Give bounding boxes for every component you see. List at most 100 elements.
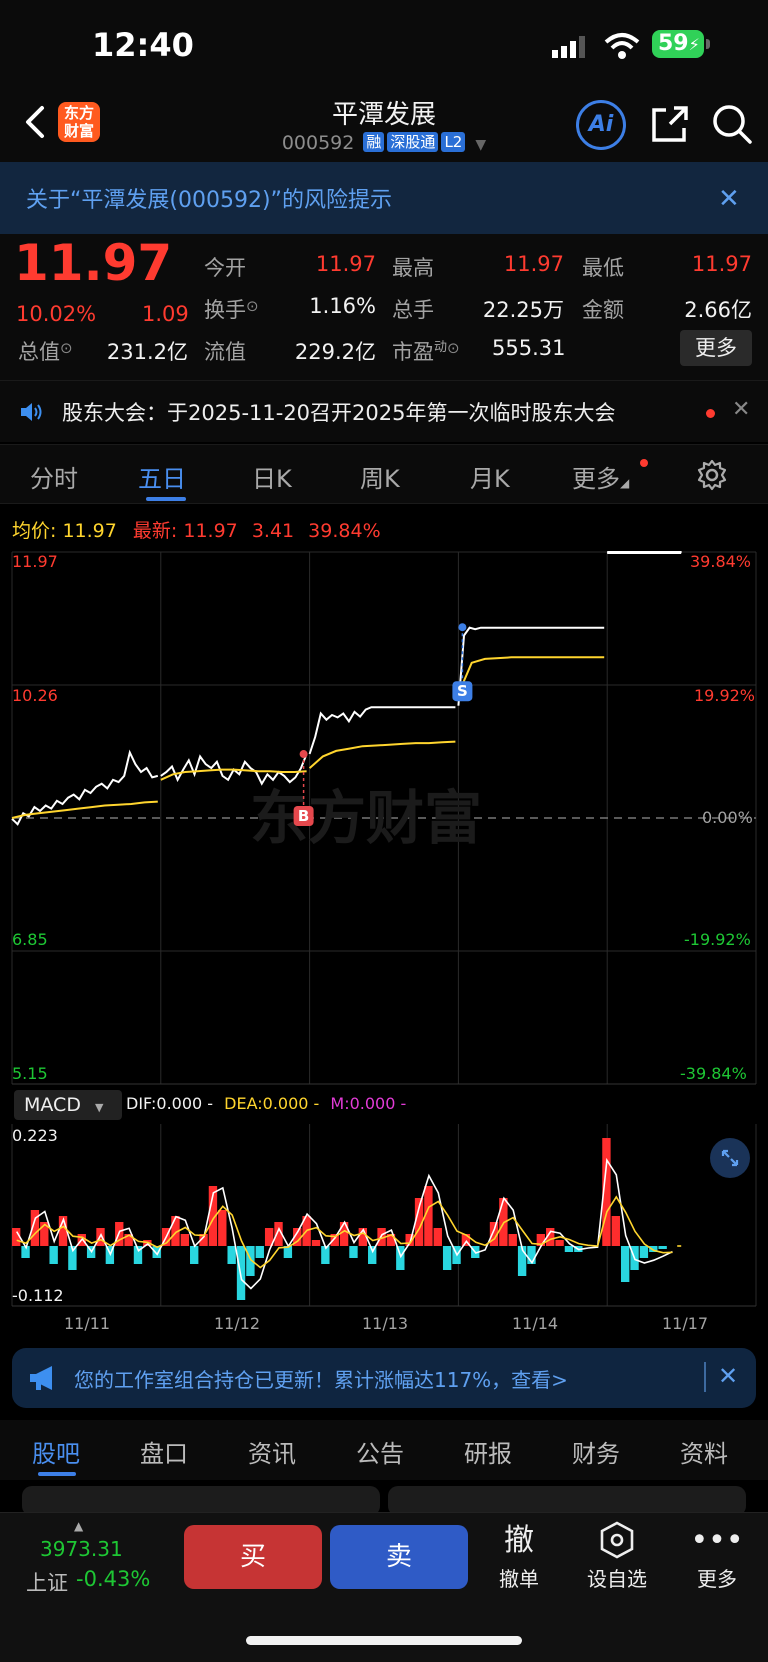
risk-warning-banner[interactable]: 关于“平潭发展(000592)”的风险提示 ✕ — [0, 162, 768, 234]
turnover-label[interactable]: 换手⊙ — [204, 294, 259, 324]
tab-intraday[interactable]: 分时 — [30, 459, 78, 494]
watchlist-icon — [572, 1521, 662, 1561]
unread-dot — [706, 409, 715, 418]
caret-up-icon[interactable]: ▲ — [74, 1519, 83, 1533]
index-name[interactable]: 上证 — [26, 1567, 68, 1597]
tab-orderbook[interactable]: 盘口 — [140, 1434, 188, 1469]
open-label: 今开 — [204, 256, 246, 280]
notice-text[interactable]: 股东大会：于2025-11-20召开2025年第一次临时股东大会 — [62, 397, 615, 427]
risk-warning-text[interactable]: 关于“平潭发展(000592)”的风险提示 — [26, 182, 392, 214]
battery-icon: 59⚡ — [652, 30, 704, 58]
settings-gear-icon[interactable] — [696, 459, 728, 491]
tab-more-label: 更多 — [572, 465, 620, 493]
tab-forum[interactable]: 股吧 — [32, 1434, 80, 1469]
amount-value: 2.66亿 — [684, 298, 752, 322]
tab-announcements[interactable]: 公告 — [356, 1434, 404, 1469]
tab-monthly-k[interactable]: 月K — [470, 459, 510, 494]
macd-bar — [442, 1246, 452, 1270]
tab-five-day[interactable]: 五日 — [138, 459, 186, 494]
close-icon[interactable]: ✕ — [718, 184, 740, 214]
tab-research[interactable]: 研报 — [464, 1434, 512, 1469]
close-icon[interactable]: ✕ — [718, 1362, 738, 1390]
low-value: 11.97 — [691, 252, 752, 276]
y-left-tick: 6.85 — [12, 930, 48, 949]
y-right-tick: -19.92% — [684, 930, 751, 949]
macd-bar — [433, 1228, 442, 1246]
share-icon[interactable] — [648, 102, 692, 146]
macd-bar — [620, 1246, 630, 1282]
cancel-order-label: 撤单 — [499, 1567, 539, 1591]
dea-label: DEA:0.000 — [224, 1094, 309, 1113]
turnover-label-text: 换手 — [204, 298, 246, 322]
macd-max-label: 0.223 — [12, 1126, 58, 1145]
price-line-segment — [308, 706, 456, 755]
megaphone-icon — [30, 1366, 52, 1390]
sell-button[interactable]: 卖 — [330, 1525, 468, 1589]
mktcap-value: 231.2亿 — [106, 340, 188, 364]
tab-news[interactable]: 资讯 — [248, 1434, 296, 1469]
index-value[interactable]: 3973.31 — [40, 1537, 123, 1561]
divider — [704, 1362, 706, 1392]
m-label: M:0.000 — [330, 1094, 396, 1113]
macd-bar — [658, 1246, 667, 1249]
high-value: 11.97 — [503, 252, 564, 276]
y-left-tick: 11.97 — [12, 552, 58, 571]
add-watchlist-button[interactable]: 设自选 — [572, 1521, 662, 1592]
x-tick: 11/17 — [662, 1314, 709, 1333]
avg-line-segment — [457, 656, 605, 695]
index-percent[interactable]: -0.43% — [76, 1567, 150, 1591]
expand-button[interactable] — [710, 1138, 750, 1178]
buy-button[interactable]: 买 — [184, 1525, 322, 1589]
macd-histogram — [12, 1138, 667, 1300]
more-actions-label: 更多 — [697, 1567, 737, 1591]
ai-assistant-button[interactable]: Ai — [576, 100, 626, 150]
info-icon[interactable]: ⊙ — [60, 339, 73, 357]
battery-tip — [706, 39, 710, 49]
change-amount: 1.09 — [142, 302, 189, 326]
add-watchlist-label: 设自选 — [587, 1567, 647, 1591]
close-icon[interactable]: ✕ — [732, 397, 750, 422]
five-day-chart[interactable]: 东方财富 B S — [0, 548, 768, 1330]
pe-label[interactable]: 市盈动⊙ — [392, 336, 460, 366]
y-right-tick: 19.92% — [694, 686, 756, 705]
more-fields-button[interactable]: 更多 — [680, 330, 752, 366]
latest-value: 11.97 — [183, 520, 238, 542]
tab-daily-k[interactable]: 日K — [252, 459, 292, 494]
high-label: 最高 — [392, 256, 434, 280]
marker-label: S — [457, 682, 468, 700]
portfolio-update-banner[interactable]: 您的工作室组合持仓已更新！累计涨幅达117%，查看> ✕ — [12, 1348, 756, 1408]
float-label: 流值 — [204, 340, 246, 364]
macd-bar — [508, 1234, 517, 1246]
notice-bar[interactable]: 股东大会：于2025-11-20召开2025年第一次临时股东大会 ✕ — [0, 380, 768, 442]
avg-price-label: 均价: — [12, 520, 57, 542]
watermark: 东方财富 — [250, 784, 482, 852]
mktcap-label[interactable]: 总值⊙ — [18, 336, 73, 366]
macd-bar — [564, 1246, 574, 1252]
info-icon[interactable]: ⊙ — [447, 339, 460, 357]
macd-bar — [49, 1246, 58, 1264]
y-right-tick: 0.00% — [702, 808, 753, 827]
chart-period-tabs: 分时 五日 日K 周K 月K 更多◢ — [0, 444, 768, 504]
turnover-value: 1.16% — [309, 294, 376, 318]
tab-profile[interactable]: 资料 — [680, 1434, 728, 1469]
x-tick: 11/12 — [214, 1314, 261, 1333]
portfolio-text[interactable]: 您的工作室组合持仓已更新！累计涨幅达117%，查看> — [74, 1364, 568, 1393]
search-icon[interactable] — [710, 102, 754, 146]
cancel-order-button[interactable]: 撤 撤单 — [474, 1521, 564, 1592]
tab-more[interactable]: 更多◢ — [572, 459, 629, 494]
tab-financials[interactable]: 财务 — [572, 1434, 620, 1469]
macd-legend: DIF:0.000 - DEA:0.000 - M:0.000 - — [126, 1094, 407, 1113]
y-left-tick: 10.26 — [12, 686, 58, 705]
indicator-selector[interactable]: MACD ▼ — [14, 1090, 122, 1120]
y-right-tick: -39.84% — [680, 1064, 747, 1083]
marker-dot — [458, 623, 467, 632]
caret-down-icon: ▼ — [475, 137, 487, 153]
amount-label: 金额 — [582, 298, 624, 322]
info-icon[interactable]: ⊙ — [246, 297, 259, 315]
marker-dot — [299, 750, 308, 759]
tab-weekly-k[interactable]: 周K — [360, 459, 400, 494]
macd-bar — [349, 1246, 358, 1258]
active-tab-indicator — [38, 1472, 76, 1476]
latest-change: 3.41 — [251, 520, 295, 542]
more-actions-button[interactable]: ••• 更多 — [672, 1521, 762, 1592]
